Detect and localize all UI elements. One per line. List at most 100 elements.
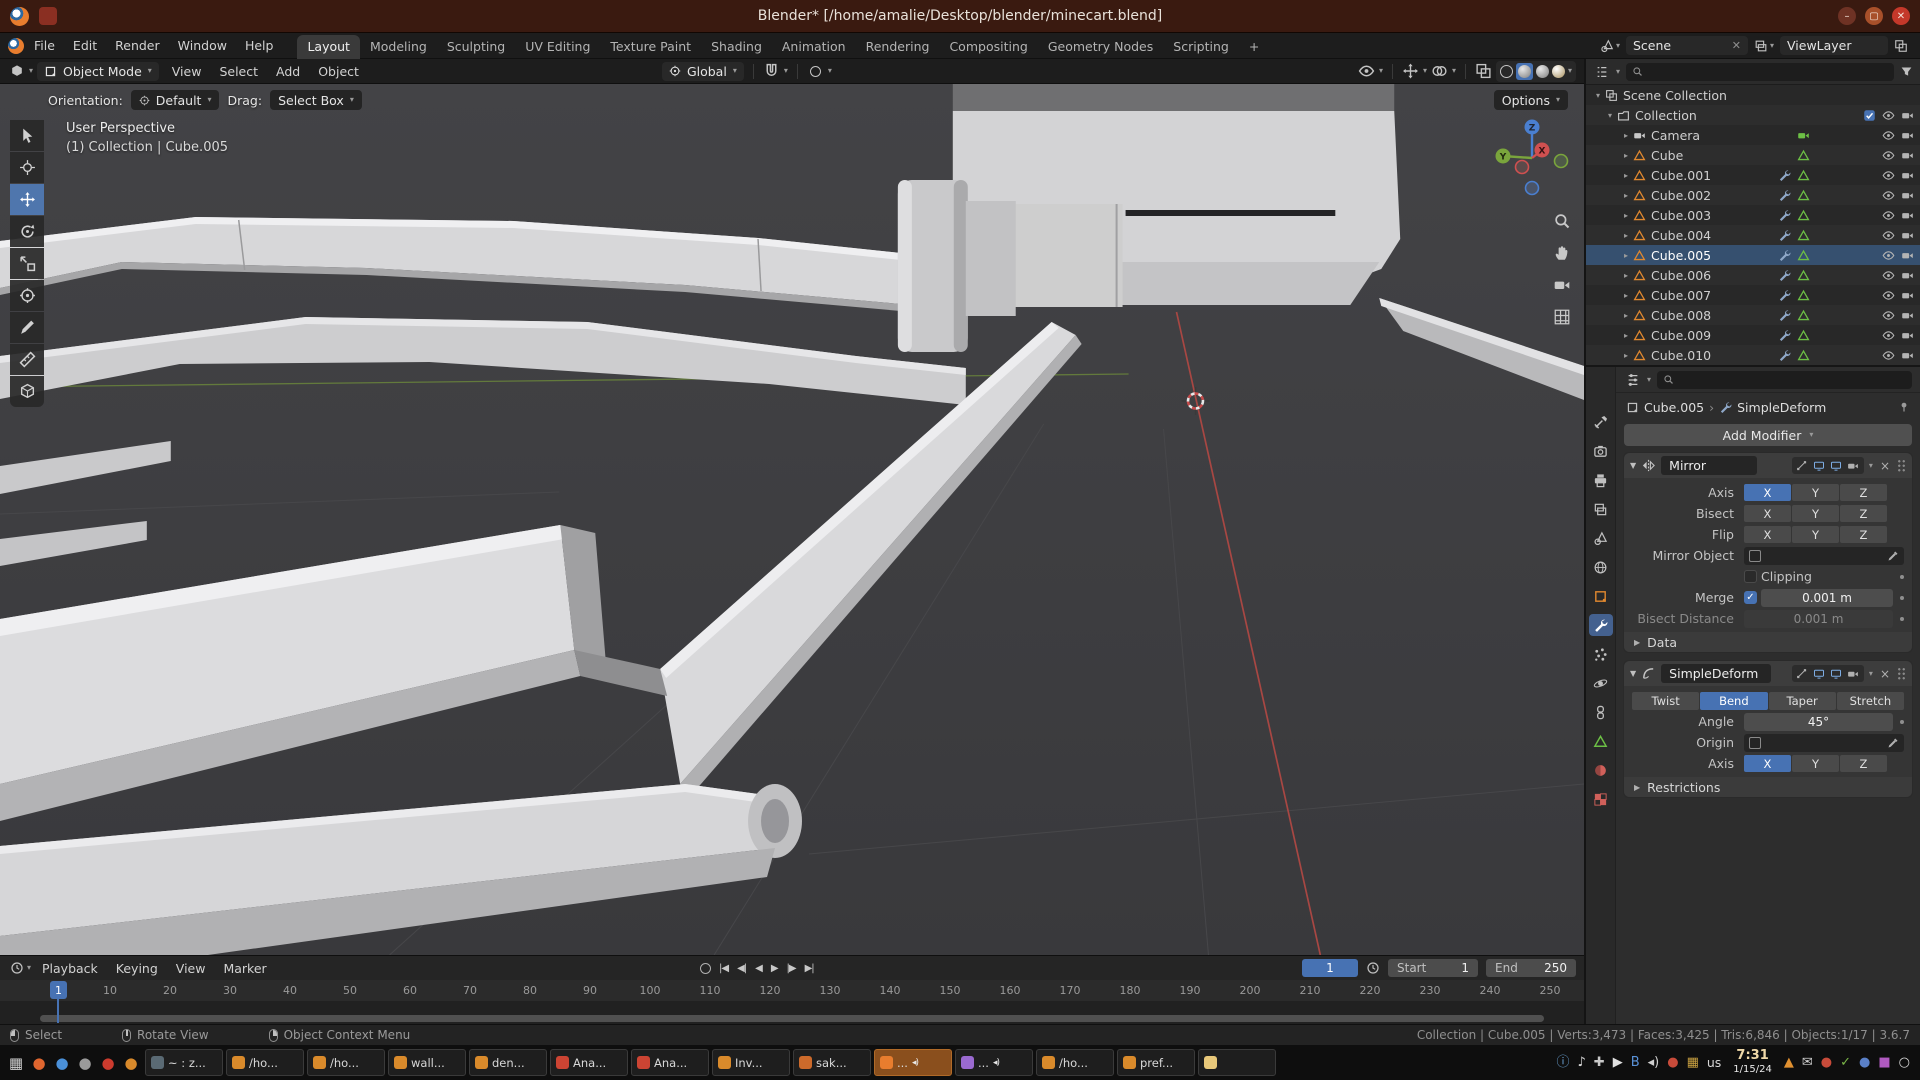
outliner-item-label[interactable]: Cube.007 <box>1651 288 1711 303</box>
properties-tab[interactable] <box>1589 672 1613 694</box>
timeline-scrollbar[interactable] <box>40 1015 1544 1022</box>
properties-editor-icon[interactable] <box>1624 371 1641 388</box>
selectability-icon[interactable] <box>1358 63 1375 80</box>
taskbar-window-button[interactable]: ... ◂) <box>955 1049 1033 1076</box>
tool-button[interactable] <box>10 344 44 375</box>
deform-mode-tab[interactable]: Taper <box>1769 692 1836 710</box>
navigation-gizmo[interactable]: Z Y X <box>1486 112 1578 204</box>
scene-selector-icon[interactable]: ▾ <box>1600 39 1620 53</box>
hide-eye-icon[interactable] <box>1881 288 1896 303</box>
hide-eye-icon[interactable] <box>1881 188 1896 203</box>
modifier-close-icon[interactable]: × <box>1878 459 1892 473</box>
playback-sync-icon[interactable] <box>1366 961 1380 975</box>
pin-icon[interactable] <box>1898 401 1910 413</box>
outliner-item-label[interactable]: Cube.001 <box>1651 168 1711 183</box>
hide-eye-icon[interactable] <box>1881 148 1896 163</box>
render-toggle-icon[interactable] <box>1846 458 1861 473</box>
menu[interactable]: Playback <box>33 959 107 978</box>
outliner-item-label[interactable]: Cube.003 <box>1651 208 1711 223</box>
modifier-wrench-icon[interactable] <box>1777 208 1792 223</box>
modifier-wrench-icon[interactable] <box>1777 308 1792 323</box>
outliner-row[interactable]: ▾ Collection <box>1586 105 1920 125</box>
hide-eye-icon[interactable] <box>1881 128 1896 143</box>
camera-data-icon[interactable] <box>1796 128 1811 143</box>
tool-button[interactable] <box>10 248 44 279</box>
workspace-tab[interactable]: Modeling <box>360 35 437 59</box>
workspace-tab[interactable]: UV Editing <box>515 35 600 59</box>
frame-tick[interactable]: 160 <box>980 984 1040 997</box>
frame-tick[interactable]: 130 <box>800 984 860 997</box>
unlink-scene-icon[interactable]: ✕ <box>1732 39 1741 52</box>
mesh-data-icon[interactable] <box>1796 328 1811 343</box>
properties-tab[interactable] <box>1589 759 1613 781</box>
outliner-item-label[interactable]: Scene Collection <box>1623 88 1727 103</box>
tray-icon[interactable]: ◂) <box>1648 1056 1660 1069</box>
render-visibility-icon[interactable] <box>1900 268 1915 283</box>
frame-tick[interactable]: 110 <box>680 984 740 997</box>
render-visibility-icon[interactable] <box>1900 168 1915 183</box>
workspace-tab[interactable]: Compositing <box>939 35 1037 59</box>
data-subpanel-header[interactable]: ▶ Data <box>1624 632 1912 652</box>
mirror-panel-header[interactable]: ▼ Mirror ▾ × <box>1624 453 1912 478</box>
disclosure-arrow[interactable]: ▸ <box>1620 231 1632 240</box>
outliner-item-label[interactable]: Cube.004 <box>1651 228 1711 243</box>
timeline-track[interactable] <box>0 1001 1584 1024</box>
breadcrumb-modifier[interactable]: SimpleDeform <box>1737 400 1826 415</box>
outliner-item-label[interactable]: Cube.009 <box>1651 328 1711 343</box>
outliner-row[interactable]: ▸ Cube.010 <box>1586 345 1920 365</box>
modifier-wrench-icon[interactable] <box>1777 268 1792 283</box>
tray-icon[interactable]: ♪ <box>1577 1056 1585 1069</box>
properties-tab[interactable] <box>1589 788 1613 810</box>
transport-button[interactable]: ▶| <box>805 963 814 974</box>
tray-icon[interactable]: ● <box>1859 1056 1870 1069</box>
maximize-button[interactable]: ▢ <box>1865 7 1883 25</box>
outliner-search-input[interactable] <box>1626 63 1894 81</box>
origin-object-field[interactable] <box>1744 734 1904 752</box>
transport-button[interactable]: |◀ <box>719 963 728 974</box>
deform-axis-toggle[interactable]: X <box>1744 755 1791 772</box>
menu[interactable]: Marker <box>214 959 275 978</box>
eyedropper-icon[interactable] <box>1887 550 1899 562</box>
overlays-caret[interactable]: ▾ <box>1452 67 1456 75</box>
disclosure-arrow[interactable]: ▸ <box>1620 191 1632 200</box>
workspace-tab[interactable]: Sculpting <box>437 35 515 59</box>
properties-search-input[interactable] <box>1657 371 1912 389</box>
proportional-edit-icon[interactable] <box>807 63 824 80</box>
taskbar-window-button[interactable]: /ho... ◂) <box>1036 1049 1114 1076</box>
disclosure-arrow[interactable]: ▸ <box>1620 251 1632 260</box>
taskbar-window-button[interactable]: wall... ◂) <box>388 1049 466 1076</box>
taskbar-window-button[interactable]: sak... ◂) <box>793 1049 871 1076</box>
tray-icon[interactable]: ● <box>1667 1056 1678 1069</box>
frame-tick[interactable]: 170 <box>1040 984 1100 997</box>
bisect-toggle[interactable]: Z <box>1840 505 1887 522</box>
render-visibility-icon[interactable] <box>1900 108 1915 123</box>
workspace-tab[interactable]: Texture Paint <box>600 35 701 59</box>
modifier-drag-handle[interactable] <box>1897 459 1906 472</box>
breadcrumb-object[interactable]: Cube.005 <box>1644 400 1704 415</box>
properties-tab[interactable] <box>1589 440 1613 462</box>
frame-tick[interactable]: 20 <box>140 984 200 997</box>
outliner-row[interactable]: ▸ Cube.002 <box>1586 185 1920 205</box>
disclosure-arrow[interactable]: ▸ <box>1620 171 1632 180</box>
disclosure-arrow[interactable]: ▸ <box>1620 151 1632 160</box>
outliner-row[interactable]: ▸ Cube.003 <box>1586 205 1920 225</box>
viewport-toggle-icon[interactable] <box>1829 458 1844 473</box>
workspace-tab[interactable]: Shading <box>701 35 772 59</box>
hide-eye-icon[interactable] <box>1881 168 1896 183</box>
frame-tick[interactable]: 70 <box>440 984 500 997</box>
menu[interactable]: Object <box>309 62 368 81</box>
frame-end-field[interactable]: End 250 <box>1486 959 1576 977</box>
timeline-editor-caret[interactable]: ▾ <box>27 964 31 972</box>
outliner-item-label[interactable]: Camera <box>1651 128 1700 143</box>
taskbar-window-button[interactable]: /ho... ◂) <box>307 1049 385 1076</box>
material-shading-icon[interactable] <box>1536 65 1549 78</box>
properties-tab[interactable] <box>1589 701 1613 723</box>
render-visibility-icon[interactable] <box>1900 188 1915 203</box>
frame-tick[interactable]: 180 <box>1100 984 1160 997</box>
3d-scene[interactable] <box>0 84 1584 955</box>
merge-threshold-field[interactable]: 0.001 m <box>1761 589 1893 607</box>
tray-icon[interactable]: ✓ <box>1840 1056 1851 1069</box>
outliner-row[interactable]: ▸ Cube.005 <box>1586 245 1920 265</box>
outliner-item-label[interactable]: Cube.002 <box>1651 188 1711 203</box>
axis-toggle[interactable]: Y <box>1792 484 1839 501</box>
